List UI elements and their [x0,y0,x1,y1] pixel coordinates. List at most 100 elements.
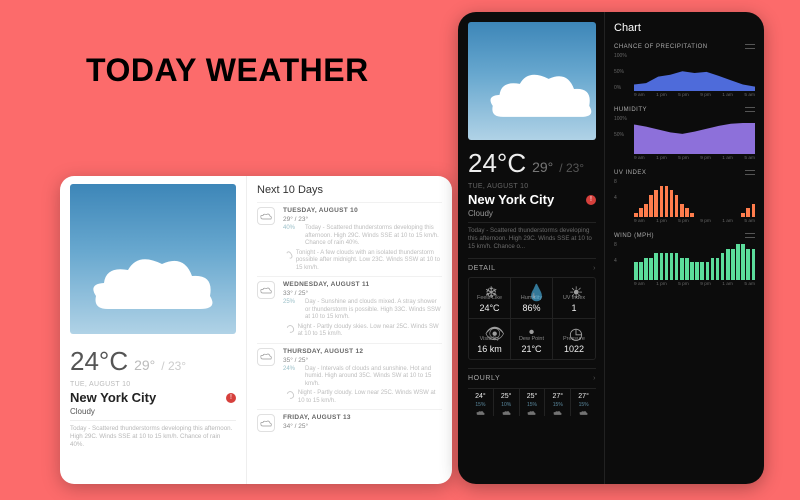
forecast-row[interactable]: THURSDAY, AUGUST 12 35° / 25° 24%Day - I… [257,343,442,410]
forecast-hl: 34° / 25° [283,423,442,430]
forecast-title: Next 10 Days [257,184,442,196]
chart-bar [752,204,756,218]
chart-bar [741,244,745,280]
detail-cell: • Dew Point 21°C [511,318,553,359]
low-temp: / 23° [161,359,186,373]
forecast-row[interactable]: WEDNESDAY, AUGUST 11 33° / 25° 25%Day - … [257,276,442,343]
current-temp: 24°C [70,346,128,377]
alert-icon[interactable]: ! [586,195,596,205]
forecast-row[interactable]: TUESDAY, AUGUST 10 29° / 23° 40%Today - … [257,202,442,276]
condition-label: Cloudy [468,209,596,218]
cloud-icon [257,207,275,225]
y-tick: 100% [614,116,627,122]
chart-bar [660,253,664,280]
hero-sky-image [468,22,596,140]
city-label[interactable]: New York City [468,192,554,207]
hourly-header[interactable]: HOURLY› [468,368,596,382]
moon-icon [285,250,293,259]
chart-bar [670,253,674,280]
hourly-pct: 15% [527,402,537,408]
hourly-cell[interactable]: 27° 15% [570,388,596,416]
moon-icon [285,323,295,333]
detail-icon: ◷ [569,324,579,334]
alert-icon[interactable]: ! [226,393,236,403]
y-tick: 100% [614,53,627,59]
x-tick: 5 am [744,93,755,101]
moon-icon [285,390,295,400]
chart-bar [690,262,694,280]
forecast-date: TUESDAY, AUGUST 10 [283,207,442,214]
hourly-temp: 25° [501,393,512,400]
precip-pct: 24% [283,366,301,389]
detail-icon: ☀ [569,283,579,293]
cloud-icon [257,348,275,366]
chevron-right-icon: › [593,375,596,382]
x-tick: 1 pm [656,282,667,290]
hourly-cell[interactable]: 25° 10% [493,388,519,416]
y-tick: 4 [614,258,617,264]
y-tick: 4 [614,195,617,201]
chart-precip-header[interactable]: CHANCE OF PRECIPITATION [614,44,755,50]
chart-bar [680,204,684,218]
chart-bar [746,249,750,281]
y-tick: 0% [614,85,621,91]
x-tick: 9 am [634,156,645,164]
chart-bar [731,249,735,281]
forecast-night-text: Night - Partly cloudy. Low near 25C. Win… [298,390,442,405]
chart-title: Chart [614,22,755,34]
current-temp: 24°C [468,148,526,179]
detail-header[interactable]: DETAIL› [468,258,596,272]
chart-bar [721,253,725,280]
chart-bar [675,195,679,218]
detail-value: 21°C [521,344,541,354]
chart-uv-header[interactable]: UV INDEX [614,170,755,176]
forecast-hl: 29° / 23° [283,216,442,223]
detail-cell: ☀ UV index 1 [553,278,595,318]
chart-bar [752,249,756,281]
hourly-strip[interactable]: 24° 15% 25° 10% 25° 15% 27° 15% 27° 15% [468,388,596,416]
hourly-cell[interactable]: 24° 15% [468,388,493,416]
cloud-icon [553,410,562,416]
hourly-cell[interactable]: 27° 15% [544,388,570,416]
x-tick: 9 pm [700,93,711,101]
forecast-text: Today - Scattered thunderstorms developi… [305,225,442,248]
chart-uv: 8 4 9 am1 pm5 pm9 pm1 am5 am [614,179,755,227]
chart-wind-header[interactable]: WIND (MPH) [614,233,755,239]
drag-handle-icon[interactable] [745,170,755,175]
chart-bar [665,186,669,218]
forecast-pane[interactable]: Next 10 Days TUESDAY, AUGUST 10 29° / 23… [246,176,452,484]
x-tick: 5 am [744,156,755,164]
hero-sky-image [70,184,236,334]
detail-value: 1 [571,303,576,313]
forecast-hl: 33° / 25° [283,290,442,297]
chart-bar [660,186,664,218]
hourly-cell[interactable]: 25° 15% [519,388,545,416]
forecast-night-text: Night - Partly cloudy skies. Low near 25… [298,324,442,339]
dark-current-pane: 24°C 29° / 23° TUE, AUGUST 10 New York C… [458,12,604,484]
x-tick: 1 am [722,156,733,164]
cloud-icon [579,410,588,416]
cloud-icon [88,254,218,324]
x-tick: 9 pm [700,156,711,164]
forecast-night-text: Tonight - A few clouds with an isolated … [296,250,442,273]
detail-cell: 👁 Visibility 16 km [469,318,511,359]
precip-pct: 40% [283,225,301,248]
x-tick: 1 am [722,219,733,227]
detail-value: 24°C [479,303,499,313]
city-label[interactable]: New York City [70,390,156,405]
chart-bar [680,258,684,281]
hourly-temp: 27° [578,393,589,400]
chart-pane[interactable]: Chart CHANCE OF PRECIPITATION 100% 50% 0… [604,12,764,484]
chart-humidity-header[interactable]: HUMIDITY [614,107,755,113]
cloud-icon [257,414,275,432]
drag-handle-icon[interactable] [745,107,755,112]
drag-handle-icon[interactable] [745,44,755,49]
current-date: TUE, AUGUST 10 [468,183,596,190]
today-summary: Today - Scattered thunderstorms developi… [468,227,596,250]
forecast-row[interactable]: FRIDAY, AUGUST 13 34° / 25° [257,409,442,436]
chart-bar [634,262,638,280]
tablet-light: 24°C 29° / 23° TUE, AUGUST 10 New York C… [60,176,452,484]
detail-grid: ❄ Feels Like 24°C💧 Humidity 86%☀ UV inde… [468,277,596,360]
drag-handle-icon[interactable] [745,233,755,238]
y-tick: 50% [614,132,624,138]
